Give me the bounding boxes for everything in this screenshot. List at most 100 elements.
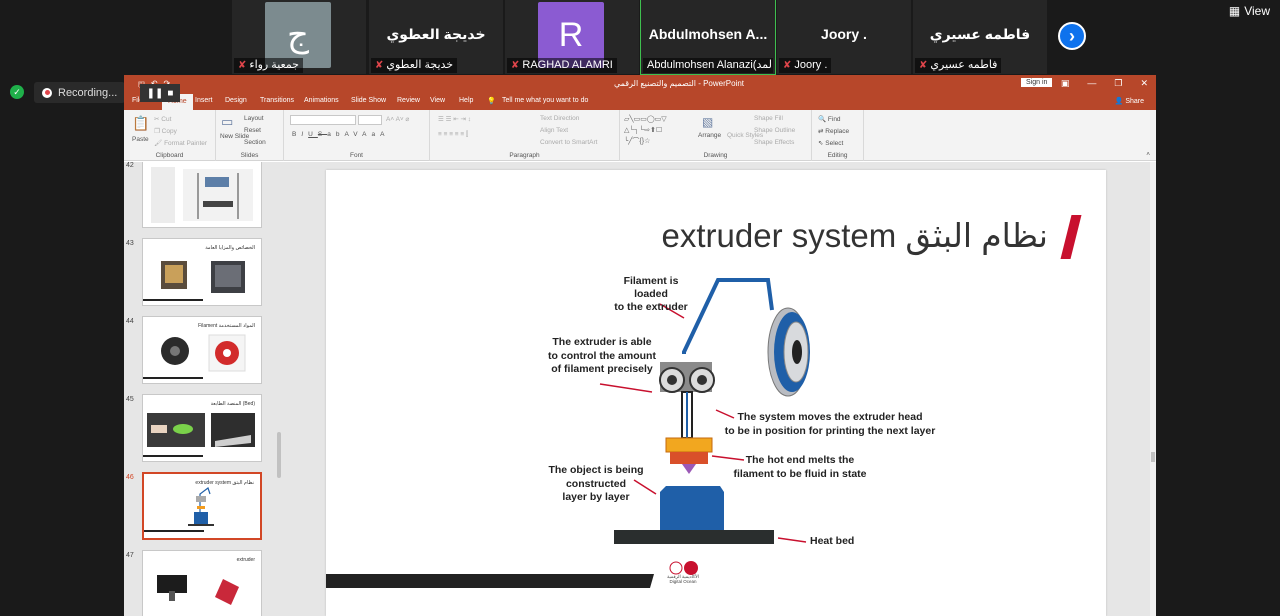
label-system: The system moves the extruder head to be … bbox=[724, 411, 936, 437]
recording-indicator[interactable]: Recording... bbox=[34, 82, 126, 103]
participant-tile[interactable]: R ✘ RAGHAD ALAMRI bbox=[505, 0, 639, 74]
thumbnail-row[interactable]: 42 bbox=[124, 162, 276, 232]
ribbon: 📋 Paste ✂ Cut ❐ Copy 🖌 Format Painter Cl… bbox=[124, 110, 1156, 161]
ribbon-tabs: File Home Insert Design Transitions Anim… bbox=[124, 93, 1156, 110]
participant-tile[interactable]: Joory . ✘ Joory . bbox=[777, 0, 911, 74]
tab-help[interactable]: Help bbox=[459, 97, 473, 104]
copy-button[interactable]: ❐ Copy bbox=[154, 127, 177, 135]
new-slide-icon[interactable]: ▭ bbox=[221, 114, 233, 130]
participant-label: ✘ جمعية رواء bbox=[234, 58, 303, 73]
thumbnail-row-selected[interactable]: 46 extruder system نظام البثق bbox=[124, 472, 276, 544]
label-heat-bed: Heat bed bbox=[810, 535, 855, 547]
minimize-icon[interactable]: — bbox=[1087, 78, 1096, 89]
slide-46[interactable]: extruder system نظام البثق Filament is l… bbox=[326, 170, 1106, 616]
arrange-button[interactable]: Arrange bbox=[698, 132, 721, 139]
tell-me-search[interactable]: Tell me what you want to do bbox=[502, 97, 588, 104]
window-title: التصميم والتصنيع الرقمي - PowerPoint bbox=[614, 79, 745, 88]
slide-scrollbar[interactable] bbox=[1150, 162, 1156, 616]
thumbnail-image bbox=[151, 167, 253, 223]
convert-smartart-button[interactable]: Convert to SmartArt bbox=[540, 139, 597, 146]
slide-thumbnail-selected[interactable]: extruder system نظام البثق bbox=[142, 472, 262, 540]
tab-slide-show[interactable]: Slide Show bbox=[351, 97, 386, 104]
ribbon-display-icon[interactable]: ▣ bbox=[1061, 78, 1070, 89]
paste-button[interactable]: Paste bbox=[132, 136, 149, 143]
scrollbar-thumb[interactable] bbox=[1151, 452, 1155, 462]
font-name-field[interactable] bbox=[290, 115, 356, 125]
printed-object bbox=[660, 486, 724, 530]
shape-outline-button[interactable]: Shape Outline bbox=[754, 127, 795, 134]
scrollbar-thumb[interactable] bbox=[277, 432, 281, 478]
slide-thumbnail[interactable]: الخصائص والمزايا العامة bbox=[142, 238, 262, 306]
arrange-icon[interactable]: ▧ bbox=[702, 115, 713, 129]
tab-insert[interactable]: Insert bbox=[195, 97, 213, 104]
align-icons[interactable]: ≡ ≡ ≡ ≡ ≡ ⫿ bbox=[438, 131, 468, 139]
participant-tile[interactable]: فاطمه عسيري ✘ فاطمه عسيري bbox=[913, 0, 1047, 74]
section-button[interactable]: Section bbox=[244, 139, 266, 146]
reset-button[interactable]: Reset bbox=[244, 127, 261, 134]
tab-animations[interactable]: Animations bbox=[304, 97, 339, 104]
bullets-icon[interactable]: ☰ ☰ ⇤ ⇥ ↕ bbox=[438, 115, 471, 123]
collapse-ribbon-icon[interactable]: ˄ bbox=[1146, 151, 1150, 158]
font-size-buttons[interactable]: A˄ A˅ ⌀ bbox=[386, 115, 409, 123]
slide-number: 44 bbox=[126, 318, 134, 325]
shape-effects-button[interactable]: Shape Effects bbox=[754, 139, 794, 146]
align-text-button[interactable]: Align Text bbox=[540, 127, 568, 134]
participant-label: ✘ فاطمه عسيري bbox=[915, 58, 1002, 73]
clipboard-group: 📋 Paste ✂ Cut ❐ Copy 🖌 Format Painter Cl… bbox=[124, 110, 216, 161]
slide-number: 42 bbox=[126, 162, 134, 169]
share-button[interactable]: 👤 Share bbox=[1115, 97, 1144, 105]
select-button[interactable]: ⇖ Select bbox=[818, 139, 843, 147]
participant-name: Abdulmohsen A... bbox=[648, 26, 768, 42]
group-label: Paragraph bbox=[509, 152, 540, 159]
thumbnail-row[interactable]: 44 Filament المواد المستخدمة bbox=[124, 316, 276, 388]
view-button[interactable]: ▦ View bbox=[1229, 4, 1270, 18]
participant-tile[interactable]: خديجة العطوي ✘ خديجة العطوي bbox=[369, 0, 503, 74]
font-group: A˄ A˅ ⌀ BIUSabAVAaA Font bbox=[284, 110, 430, 161]
slide-thumbnail[interactable]: extruder bbox=[142, 550, 262, 616]
font-format-buttons[interactable]: BIUSabAVAaA bbox=[292, 131, 389, 138]
slide-number: 47 bbox=[126, 552, 134, 559]
tab-transitions[interactable]: Transitions bbox=[260, 97, 294, 104]
participant-label: ✘ خديجة العطوي bbox=[371, 58, 458, 73]
thumbnail-row[interactable]: 43 الخصائص والمزايا العامة bbox=[124, 238, 276, 310]
tab-review[interactable]: Review bbox=[397, 97, 420, 104]
chevron-right-icon: › bbox=[1069, 25, 1075, 46]
thumbnail-title: المنصة الطابعة (Bed) bbox=[210, 401, 255, 407]
shape-fill-button[interactable]: Shape Fill bbox=[754, 115, 783, 122]
grid-icon: ▦ bbox=[1228, 4, 1241, 18]
pause-icon[interactable]: ❚❚ bbox=[147, 88, 164, 99]
layout-button[interactable]: Layout bbox=[244, 115, 264, 122]
replace-button[interactable]: ⇄ Replace bbox=[818, 127, 849, 135]
slide-number: 45 bbox=[126, 396, 134, 403]
sign-in-button[interactable]: Sign in bbox=[1021, 78, 1053, 87]
participant-label: ✘ Joory . bbox=[779, 58, 832, 73]
tab-view[interactable]: View bbox=[430, 97, 445, 104]
thumbnail-row[interactable]: 47 extruder bbox=[124, 550, 276, 616]
slide-number: 46 bbox=[126, 474, 134, 481]
format-painter-button[interactable]: 🖌 Format Painter bbox=[154, 139, 207, 147]
font-size-field[interactable] bbox=[358, 115, 382, 125]
cut-button[interactable]: ✂ Cut bbox=[154, 115, 171, 123]
extruder-diagram bbox=[326, 278, 810, 588]
find-button[interactable]: 🔍 Find bbox=[818, 115, 841, 123]
tab-design[interactable]: Design bbox=[225, 97, 247, 104]
thumbnail-title: extruder bbox=[236, 557, 255, 563]
slide-thumbnail[interactable]: Filament المواد المستخدمة bbox=[142, 316, 262, 384]
group-label: Editing bbox=[827, 152, 848, 159]
next-participants-button[interactable]: › bbox=[1058, 22, 1086, 50]
recording-controls[interactable]: ❚❚ ■ bbox=[140, 84, 180, 102]
slide-thumbnail[interactable]: المنصة الطابعة (Bed) bbox=[142, 394, 262, 462]
shapes-gallery[interactable]: ▱╲▭▭◯▭▽ △└┐└⇨⬆☐ ╰╱⌒{}☆ bbox=[624, 114, 667, 147]
text-direction-button[interactable]: Text Direction bbox=[540, 115, 579, 122]
restore-icon[interactable]: ❐ bbox=[1114, 78, 1122, 89]
close-icon[interactable]: ✕ bbox=[1140, 78, 1148, 89]
encryption-shield-icon[interactable]: ✓ bbox=[10, 85, 24, 99]
slide-thumbnail[interactable] bbox=[142, 162, 262, 228]
stop-icon[interactable]: ■ bbox=[167, 88, 173, 99]
paste-icon[interactable]: 📋 bbox=[132, 115, 149, 132]
participant-tile[interactable]: ج ✘ جمعية رواء bbox=[232, 0, 366, 74]
thumbnail-row[interactable]: 45 المنصة الطابعة (Bed) bbox=[124, 394, 276, 466]
participant-tile-active-speaker[interactable]: Abdulmohsen A... Abdulmohsen Alanazi(الم… bbox=[640, 0, 776, 75]
participant-label: ✘ RAGHAD ALAMRI bbox=[507, 58, 617, 73]
slide-number: 43 bbox=[126, 240, 134, 247]
